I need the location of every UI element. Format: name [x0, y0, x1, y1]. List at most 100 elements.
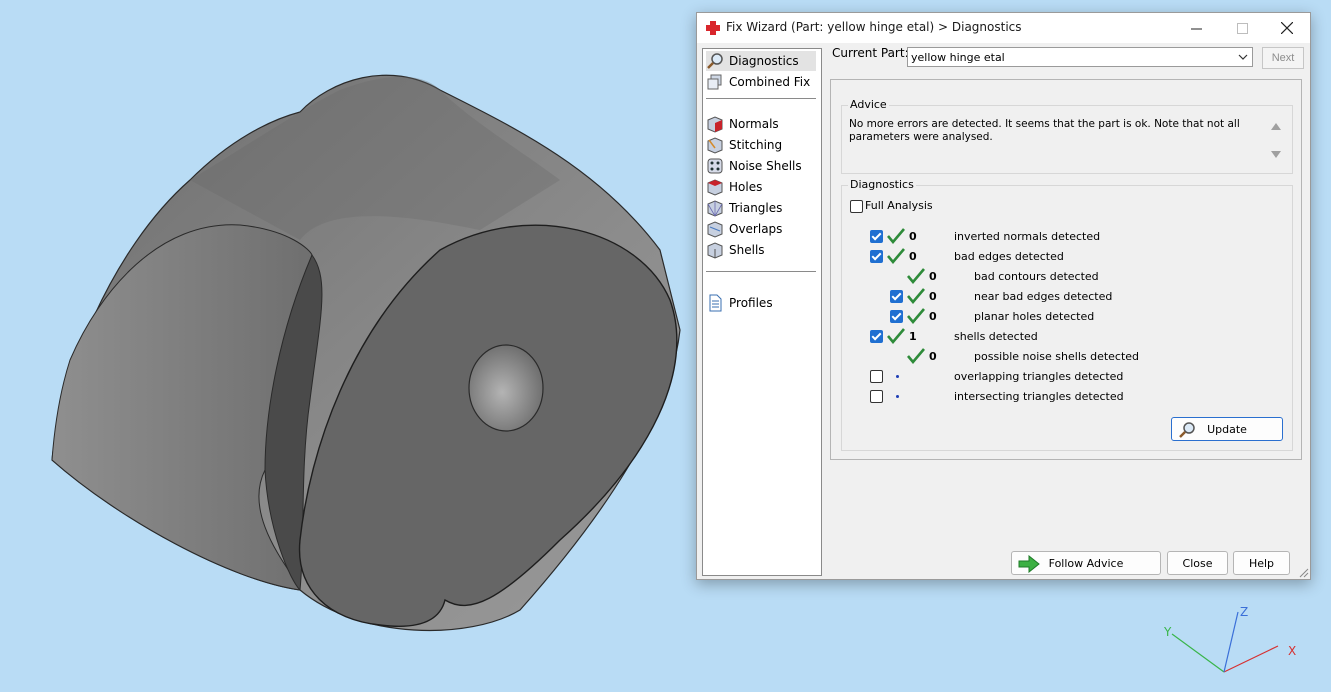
row-label-near-bad-edges: near bad edges detected [974, 290, 1113, 303]
row-checkbox-overlapping-triangles[interactable] [870, 370, 883, 383]
nav-label: Shells [729, 243, 765, 257]
nav-item-diagnostics[interactable]: Diagnostics [706, 51, 816, 71]
update-label: Update [1207, 422, 1247, 436]
green-arrow-icon [1018, 555, 1040, 573]
row-checkbox-planar-holes[interactable] [890, 310, 903, 323]
nav-separator [706, 271, 816, 272]
nav-item-overlaps[interactable]: Overlaps [706, 219, 816, 239]
full-analysis-checkbox[interactable] [850, 200, 863, 213]
follow-advice-label: Follow Advice [1048, 556, 1124, 570]
magnifier-icon [1179, 422, 1195, 438]
wizard-nav-list: Diagnostics Combined Fix Normals Stitchi… [702, 48, 822, 576]
nav-label: Combined Fix [729, 75, 811, 89]
close-button[interactable]: Close [1167, 551, 1228, 575]
diagnostics-title: Diagnostics [848, 178, 916, 191]
nav-item-normals[interactable]: Normals [706, 114, 816, 134]
axis-triad: X Y Z [1163, 605, 1296, 673]
update-button[interactable]: Update [1171, 417, 1283, 441]
help-button[interactable]: Help [1233, 551, 1290, 575]
document-icon [709, 294, 722, 312]
nav-label: Normals [729, 117, 779, 131]
green-check-icon [887, 248, 905, 264]
cube-triangles-icon [707, 200, 723, 217]
axis-x-line [1223, 645, 1279, 673]
pending-dot-icon [896, 375, 899, 378]
axis-z-label: Z [1240, 605, 1248, 619]
green-check-icon [907, 288, 925, 304]
row-count: 0 [909, 250, 917, 263]
fix-wizard-dialog: Fix Wizard (Part: yellow hinge etal) > D… [696, 12, 1311, 580]
row-count: 0 [929, 350, 937, 363]
follow-advice-button[interactable]: Follow Advice [1011, 551, 1161, 575]
green-check-icon [887, 328, 905, 344]
row-checkbox-inverted-normals[interactable] [870, 230, 883, 243]
cubes-icon [707, 74, 722, 90]
close-icon [1281, 22, 1293, 34]
row-label-overlapping-triangles: overlapping triangles detected [954, 370, 1124, 383]
row-checkbox-bad-edges[interactable] [870, 250, 883, 263]
row-label-possible-noise-shells: possible noise shells detected [974, 350, 1140, 363]
nav-item-noise-shells[interactable]: Noise Shells [706, 156, 816, 176]
cube-red-icon [707, 116, 723, 133]
row-checkbox-intersecting-triangles[interactable] [870, 390, 883, 403]
nav-item-stitching[interactable]: Stitching [706, 135, 816, 155]
window-title: Fix Wizard (Part: yellow hinge etal) > D… [726, 20, 1022, 34]
axis-x-label: X [1288, 644, 1296, 658]
resize-grip-icon[interactable] [1299, 568, 1309, 578]
hinge-part-model[interactable] [51, 74, 681, 632]
nav-item-profiles[interactable]: Profiles [706, 293, 816, 313]
scroll-down-icon[interactable] [1271, 151, 1281, 159]
close-window-button[interactable] [1264, 13, 1310, 43]
red-cross-icon [706, 21, 720, 35]
row-count: 0 [929, 290, 937, 303]
row-label-inverted-normals: inverted normals detected [954, 230, 1101, 243]
nav-item-triangles[interactable]: Triangles [706, 198, 816, 218]
nav-label: Stitching [729, 138, 783, 152]
row-count: 0 [909, 230, 917, 243]
row-label-intersecting-triangles: intersecting triangles detected [954, 390, 1124, 403]
axis-z-line [1223, 611, 1239, 673]
chevron-down-icon [1238, 54, 1248, 60]
row-count: 0 [929, 310, 937, 323]
green-check-icon [887, 228, 905, 244]
row-label-planar-holes: planar holes detected [974, 310, 1095, 323]
pending-dot-icon [896, 395, 899, 398]
nav-item-shells[interactable]: Shells [706, 240, 816, 260]
nav-label: Profiles [729, 296, 773, 310]
dice-icon [707, 158, 723, 174]
scroll-up-icon[interactable] [1271, 122, 1281, 130]
row-checkbox-shells[interactable] [870, 330, 883, 343]
cube-overlap-icon [707, 221, 723, 238]
current-part-value: yellow hinge etal [911, 51, 1005, 64]
nav-separator [706, 98, 816, 99]
nav-label: Overlaps [729, 222, 783, 236]
row-count: 1 [909, 330, 917, 343]
title-bar[interactable]: Fix Wizard (Part: yellow hinge etal) > D… [697, 13, 1310, 43]
axis-y-line [1171, 633, 1225, 673]
green-check-icon [907, 268, 925, 284]
green-check-icon [907, 308, 925, 324]
minimize-button[interactable] [1173, 13, 1219, 43]
nav-item-combined-fix[interactable]: Combined Fix [706, 72, 816, 92]
cube-hole-icon [707, 179, 723, 196]
advice-text: No more errors are detected. It seems th… [849, 118, 1240, 143]
green-check-icon [907, 348, 925, 364]
advice-title: Advice [848, 98, 889, 111]
nav-item-holes[interactable]: Holes [706, 177, 816, 197]
current-part-select[interactable]: yellow hinge etal [907, 47, 1253, 67]
advice-group: Advice No more errors are detected. It s… [841, 98, 1293, 174]
maximize-icon [1236, 22, 1248, 34]
row-label-bad-contours: bad contours detected [974, 270, 1099, 283]
cube-stitch-icon [707, 137, 723, 154]
row-checkbox-near-bad-edges[interactable] [890, 290, 903, 303]
full-analysis-label: Full Analysis [865, 199, 933, 212]
current-part-label: Current Part: [832, 46, 909, 60]
cube-shells-icon [707, 242, 723, 259]
row-label-shells: shells detected [954, 330, 1038, 343]
nav-label: Holes [729, 180, 763, 194]
maximize-button[interactable] [1219, 13, 1265, 43]
nav-label: Triangles [729, 201, 783, 215]
row-label-bad-edges: bad edges detected [954, 250, 1064, 263]
row-count: 0 [929, 270, 937, 283]
next-button[interactable]: Next [1262, 47, 1304, 69]
